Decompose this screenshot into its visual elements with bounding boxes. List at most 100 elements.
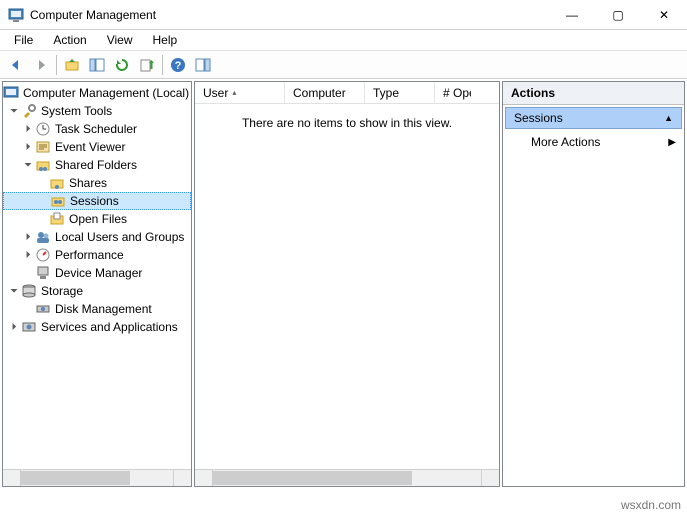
collapse-icon[interactable]: ▲ (664, 113, 673, 123)
expander-icon[interactable]: ⏷ (7, 286, 21, 297)
device-manager-icon (35, 265, 51, 281)
column-label: Type (373, 86, 399, 100)
list-header: User ▴ Computer Type # Open (195, 82, 499, 104)
actions-panel: Actions Sessions ▲ More Actions ▶ (502, 81, 685, 487)
expander-icon[interactable]: ⏵ (21, 232, 35, 243)
tree-root[interactable]: Computer Management (Local) (3, 84, 191, 102)
help-icon[interactable]: ? (166, 53, 190, 77)
tree-services-apps[interactable]: ⏵ Services and Applications (3, 318, 191, 336)
open-files-icon (49, 211, 65, 227)
tree-label: Disk Management (55, 302, 152, 316)
expander-icon[interactable]: ⏵ (21, 250, 35, 261)
empty-message: There are no items to show in this view. (242, 116, 452, 469)
toolbar-separator (162, 55, 163, 75)
column-user[interactable]: User ▴ (195, 82, 285, 103)
tree-label: Computer Management (Local) (23, 86, 189, 100)
tree-event-viewer[interactable]: ⏵ Event Viewer (3, 138, 191, 156)
action-label: More Actions (531, 135, 600, 149)
expander-icon[interactable]: ⏷ (21, 160, 35, 171)
tree-system-tools[interactable]: ⏷ System Tools (3, 102, 191, 120)
tree-device-manager[interactable]: Device Manager (3, 264, 191, 282)
tree-shares[interactable]: Shares (3, 174, 191, 192)
menubar: File Action View Help (0, 30, 687, 51)
column-open[interactable]: # Open (435, 82, 499, 103)
tree-label: Task Scheduler (55, 122, 137, 136)
tree-label: Storage (41, 284, 83, 298)
tools-icon (21, 103, 37, 119)
tree-label: System Tools (41, 104, 112, 118)
tree-panel: Computer Management (Local) ⏷ System Too… (2, 81, 192, 487)
titlebar: Computer Management — ▢ ✕ (0, 0, 687, 30)
column-type[interactable]: Type (365, 82, 435, 103)
tree-label: Local Users and Groups (55, 230, 184, 244)
maximize-button[interactable]: ▢ (595, 0, 641, 30)
minimize-button[interactable]: — (549, 0, 595, 30)
refresh-icon[interactable] (110, 53, 134, 77)
list-body: There are no items to show in this view. (195, 104, 499, 469)
console-tree[interactable]: Computer Management (Local) ⏷ System Too… (3, 82, 191, 469)
tree-storage[interactable]: ⏷ Storage (3, 282, 191, 300)
window-title: Computer Management (30, 8, 549, 22)
tree-label: Device Manager (55, 266, 142, 280)
export-list-icon[interactable] (135, 53, 159, 77)
users-icon (35, 229, 51, 245)
tree-local-users[interactable]: ⏵ Local Users and Groups (3, 228, 191, 246)
tree-performance[interactable]: ⏵ Performance (3, 246, 191, 264)
forward-button[interactable] (29, 53, 53, 77)
computer-management-icon (3, 85, 19, 101)
tree-disk-management[interactable]: Disk Management (3, 300, 191, 318)
column-computer[interactable]: Computer (285, 82, 365, 103)
tree-label: Services and Applications (41, 320, 178, 334)
toolbar: ? (0, 51, 687, 79)
event-icon (35, 139, 51, 155)
tree-hscrollbar[interactable] (3, 469, 191, 486)
performance-icon (35, 247, 51, 263)
menu-action[interactable]: Action (43, 31, 96, 49)
disk-icon (35, 301, 51, 317)
menu-file[interactable]: File (4, 31, 43, 49)
tree-sessions[interactable]: Sessions (3, 192, 191, 210)
workspace: Computer Management (Local) ⏷ System Too… (0, 79, 687, 489)
storage-icon (21, 283, 37, 299)
tree-label: Open Files (69, 212, 127, 226)
tree-open-files[interactable]: Open Files (3, 210, 191, 228)
actions-group-sessions[interactable]: Sessions ▲ (505, 107, 682, 129)
tree-label: Event Viewer (55, 140, 125, 154)
list-panel: User ▴ Computer Type # Open There are no… (194, 81, 500, 487)
menu-help[interactable]: Help (143, 31, 188, 49)
tree-label: Shared Folders (55, 158, 137, 172)
app-icon (8, 7, 24, 23)
expander-icon[interactable]: ⏵ (21, 124, 35, 135)
tree-label: Shares (69, 176, 107, 190)
up-icon[interactable] (60, 53, 84, 77)
action-more-actions[interactable]: More Actions ▶ (503, 131, 684, 153)
tree-label: Sessions (70, 194, 119, 208)
menu-view[interactable]: View (97, 31, 143, 49)
shares-icon (49, 175, 65, 191)
watermark: wsxdn.com (621, 498, 681, 512)
tree-label: Performance (55, 248, 124, 262)
tree-task-scheduler[interactable]: ⏵ Task Scheduler (3, 120, 191, 138)
expander-icon[interactable]: ⏵ (21, 142, 35, 153)
show-hide-action-icon[interactable] (191, 53, 215, 77)
tree-shared-folders[interactable]: ⏷ Shared Folders (3, 156, 191, 174)
actions-header: Actions (503, 82, 684, 105)
submenu-arrow-icon: ▶ (668, 137, 676, 148)
svg-text:?: ? (175, 60, 182, 72)
shared-folder-icon (35, 157, 51, 173)
back-button[interactable] (4, 53, 28, 77)
sessions-icon (50, 193, 66, 209)
toolbar-separator (56, 55, 57, 75)
list-hscrollbar[interactable] (195, 469, 499, 486)
clock-icon (35, 121, 51, 137)
column-label: Computer (293, 86, 346, 100)
sort-ascending-icon: ▴ (232, 88, 236, 97)
services-icon (21, 319, 37, 335)
column-label: # Open (443, 86, 471, 100)
show-hide-tree-icon[interactable] (85, 53, 109, 77)
expander-icon[interactable]: ⏷ (7, 106, 21, 117)
expander-icon[interactable]: ⏵ (7, 322, 21, 333)
actions-group-label: Sessions (514, 111, 563, 125)
close-button[interactable]: ✕ (641, 0, 687, 30)
column-label: User (203, 86, 228, 100)
